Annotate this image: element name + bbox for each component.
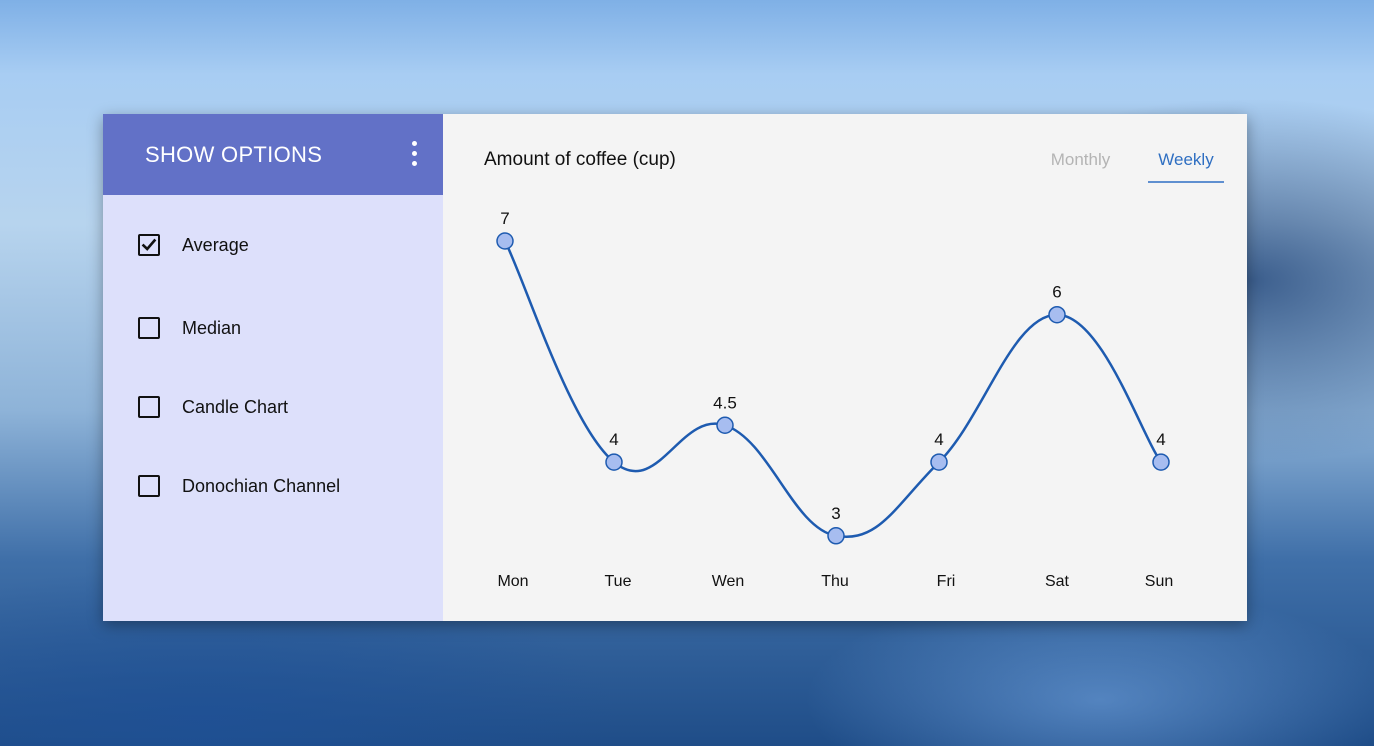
sidebar-header: SHOW OPTIONS — [103, 114, 443, 195]
sidebar-title: SHOW OPTIONS — [145, 142, 323, 167]
option-label: Average — [182, 234, 249, 255]
checkmark-icon — [141, 238, 157, 251]
x-tick-label: Sun — [1145, 573, 1173, 590]
data-label: 4 — [1156, 430, 1165, 449]
line-chart: 7 Mon 4 Tue 4.5 Wen 3 Thu 4 Fri 6 Sat 4 Sun — [496, 209, 1173, 590]
x-tick-label: Thu — [821, 573, 849, 590]
data-point-tue[interactable] — [605, 453, 623, 471]
option-label: Median — [182, 317, 242, 338]
option-label: Donochian Channel — [182, 475, 341, 496]
series-line — [503, 240, 1163, 538]
x-tick-label: Mon — [497, 573, 528, 590]
x-tick-label: Sat — [1045, 573, 1070, 590]
data-label: 4 — [609, 430, 618, 449]
coffee-chart-card: SHOW OPTIONS Average Median Candle Chart… — [103, 114, 1247, 621]
option-average[interactable]: Average — [138, 234, 249, 256]
option-donochian-channel[interactable]: Donochian Channel — [138, 475, 340, 497]
chart-panel: Amount of coffee (cup) Monthly Weekly 7M… — [443, 114, 1247, 621]
data-point-fri[interactable] — [930, 453, 948, 471]
data-point-wen[interactable] — [716, 416, 734, 434]
options-sidebar: SHOW OPTIONS Average Median Candle Chart… — [103, 114, 443, 621]
data-point-sat[interactable] — [1048, 305, 1066, 324]
data-label: 4.5 — [713, 393, 737, 412]
kebab-menu-icon[interactable] — [407, 141, 421, 169]
data-label: 4 — [934, 430, 943, 449]
x-tick-label: Tue — [605, 573, 632, 590]
donochian-channel-checkbox[interactable] — [138, 475, 160, 497]
data-label: 3 — [831, 504, 840, 523]
option-candle-chart[interactable]: Candle Chart — [138, 396, 288, 418]
data-point-sun[interactable] — [1152, 453, 1170, 471]
x-tick-label: Wen — [712, 573, 745, 590]
x-tick-label: Fri — [937, 573, 956, 590]
data-point-thu[interactable] — [827, 527, 845, 545]
candle-chart-checkbox[interactable] — [138, 396, 160, 418]
data-point-mon[interactable] — [496, 232, 514, 250]
data-label: 6 — [1052, 283, 1061, 302]
median-checkbox[interactable] — [138, 317, 160, 339]
option-median[interactable]: Median — [138, 317, 241, 339]
data-label: 7 — [500, 209, 509, 228]
average-checkbox[interactable] — [138, 234, 160, 256]
option-label: Candle Chart — [182, 396, 289, 417]
